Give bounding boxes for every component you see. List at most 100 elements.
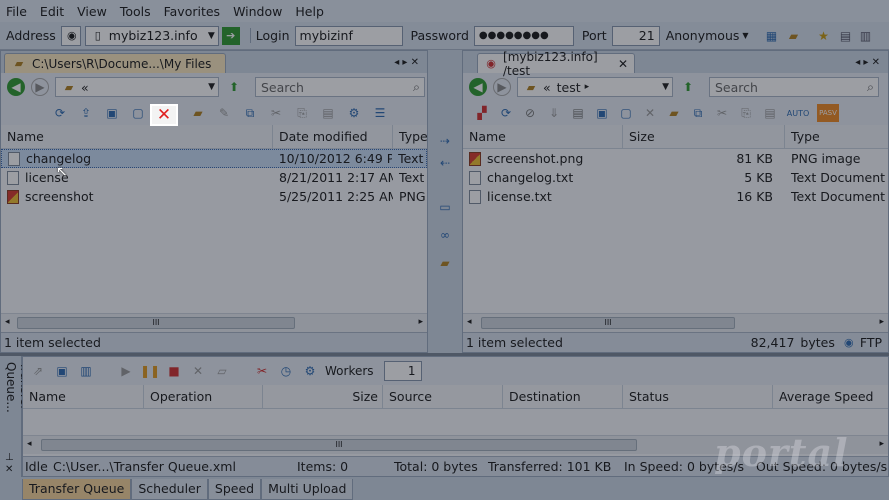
save-icon[interactable]: ▥ [77,362,95,380]
back-icon[interactable]: ◀ [469,78,487,96]
password-input[interactable]: ●●●●●●●● [473,25,574,46]
pasv-button[interactable]: PASV [817,104,839,122]
view-icon[interactable]: ☰ [371,104,389,122]
chevron-down-icon[interactable]: ▼ [208,82,215,92]
column-average-speed[interactable]: Average Speed [773,385,888,408]
scroll-right-icon[interactable]: ▸ [879,317,884,327]
close-icon[interactable]: ✕ [5,464,13,475]
copy-icon[interactable]: ⎘ [737,104,755,122]
folder-icon[interactable]: ▱ [213,362,231,380]
search-icon[interactable]: ⌕ [867,79,874,95]
new-folder-icon[interactable]: ▣ [593,104,611,122]
move-icon[interactable]: ⇗ [29,362,47,380]
site-manager-icon[interactable]: ▦ [763,27,781,45]
chevron-down-icon[interactable]: ▼ [742,31,748,40]
column-name[interactable]: Name [463,125,623,148]
login-input[interactable]: mybizinf [294,25,403,46]
auto-mode-icon[interactable]: AUTO [785,104,811,122]
protocol-dropdown[interactable]: ◉ [60,25,81,46]
stop-icon[interactable]: ⊘ [521,104,539,122]
refresh-icon[interactable]: ⟳ [497,104,515,122]
sync-icon[interactable]: ⧉ [689,104,707,122]
remote-path-input[interactable]: ▰ « test ▸ ▼ [517,77,673,97]
scroll-thumb[interactable]: III [41,439,637,451]
upload-icon[interactable]: ⇪ [77,104,95,122]
forward-icon[interactable]: ▶ [493,78,511,96]
search-icon[interactable]: ⌕ [413,79,420,95]
chevron-down-icon[interactable]: ▼ [208,31,215,41]
local-path-input[interactable]: ▰ « ▼ [55,77,219,97]
address-input[interactable]: ▯ mybiz123.info ▼ [84,25,219,46]
edit-icon[interactable]: ▤ [569,104,587,122]
scroll-left-icon[interactable]: ◂ [27,439,32,449]
scroll-right-icon[interactable]: ▸ [418,317,423,327]
upload-right-icon[interactable]: ⇢ [436,132,454,150]
copy-icon[interactable]: ⎘ [293,104,311,122]
horizontal-scrollbar[interactable]: ◂ III ▸ [1,313,427,332]
local-tab[interactable]: ▰ C:\Users\R\Docume...\My Files [4,53,226,73]
tools-icon[interactable]: ⚙ [345,104,363,122]
tab-transfer-queue[interactable]: Transfer Queue [22,479,132,500]
column-name[interactable]: Name [23,385,144,408]
chevron-down-icon[interactable]: ▼ [662,82,669,92]
rename-icon[interactable]: ✎ [215,104,233,122]
delete-button-highlight[interactable]: ✕ [150,104,178,126]
column-type[interactable]: Type [393,125,428,148]
close-icon[interactable]: ✕ [618,57,628,71]
paste-icon[interactable]: ▤ [761,104,779,122]
pause-icon[interactable]: ❚❚ [140,362,160,380]
menu-file[interactable]: File [0,4,34,19]
remote-tab[interactable]: ◉ [mybiz123.info] /test ✕ [477,50,635,78]
menu-edit[interactable]: Edit [34,4,71,19]
refresh-icon[interactable]: ⟳ [51,104,69,122]
sync-icon[interactable]: ⧉ [241,104,259,122]
up-folder-icon[interactable]: ⬆ [225,78,243,96]
forward-icon[interactable]: ▶ [31,78,49,96]
menu-help[interactable]: Help [289,4,331,19]
download-icon[interactable]: ⇓ [545,104,563,122]
cut-icon[interactable]: ✂ [713,104,731,122]
add-queue-icon[interactable]: ▣ [53,362,71,380]
layout-horizontal-icon[interactable]: ▤ [837,27,855,45]
stop-icon[interactable]: ■ [165,362,183,380]
star-icon[interactable]: ★ [815,27,833,45]
up-folder-icon[interactable]: ⬆ [679,78,697,96]
tab-nav-arrows-icon[interactable]: ◂ ▸ ✕ [855,57,880,68]
download-left-icon[interactable]: ⇠ [436,154,454,172]
tab-scheduler[interactable]: Scheduler [131,479,208,500]
link-icon[interactable]: ∞ [436,226,454,244]
remote-file-row[interactable]: license.txt 16 KB Text Document [463,187,888,206]
horizontal-scrollbar[interactable]: ◂ III ▸ [463,313,888,332]
column-operation[interactable]: Operation [144,385,263,408]
properties-icon[interactable]: ▢ [617,104,635,122]
column-source[interactable]: Source [383,385,503,408]
menu-view[interactable]: View [71,4,114,19]
schedule-icon[interactable]: ◷ [277,362,295,380]
cut-icon[interactable]: ✂ [267,104,285,122]
scroll-left-icon[interactable]: ◂ [467,317,472,327]
column-type[interactable]: Type [785,125,888,148]
menu-window[interactable]: Window [227,4,289,19]
workers-stepper[interactable]: 1 [383,361,422,381]
anonymous-toggle[interactable]: Anonymous [666,28,740,43]
column-name[interactable]: Name [1,125,273,148]
pin-icon[interactable]: ⊥ [5,452,14,463]
clear-queue-icon[interactable]: ✂ [253,362,271,380]
sync-folders-icon[interactable]: ▰ [436,254,454,272]
delete-icon[interactable]: ✕ [189,362,207,380]
remote-search-input[interactable]: Search ⌕ [709,77,879,97]
menu-tools[interactable]: Tools [114,4,158,19]
column-status[interactable]: Status [623,385,773,408]
menu-favorites[interactable]: Favorites [158,4,227,19]
delete-icon[interactable]: ✕ [641,104,659,122]
tab-multi-upload[interactable]: Multi Upload [261,479,354,500]
workers-icon[interactable]: ⚙ [301,362,319,380]
port-input[interactable]: 21 [611,25,660,46]
tab-nav-arrows-icon[interactable]: ◂ ▸ ✕ [394,57,419,68]
back-icon[interactable]: ◀ [7,78,25,96]
folder-icon[interactable]: ▰ [785,27,803,45]
scroll-thumb[interactable]: III [17,317,295,329]
compare-icon[interactable]: ▭ [436,198,454,216]
play-icon[interactable]: ▶ [117,362,135,380]
layout-vertical-icon[interactable]: ▥ [857,27,875,45]
